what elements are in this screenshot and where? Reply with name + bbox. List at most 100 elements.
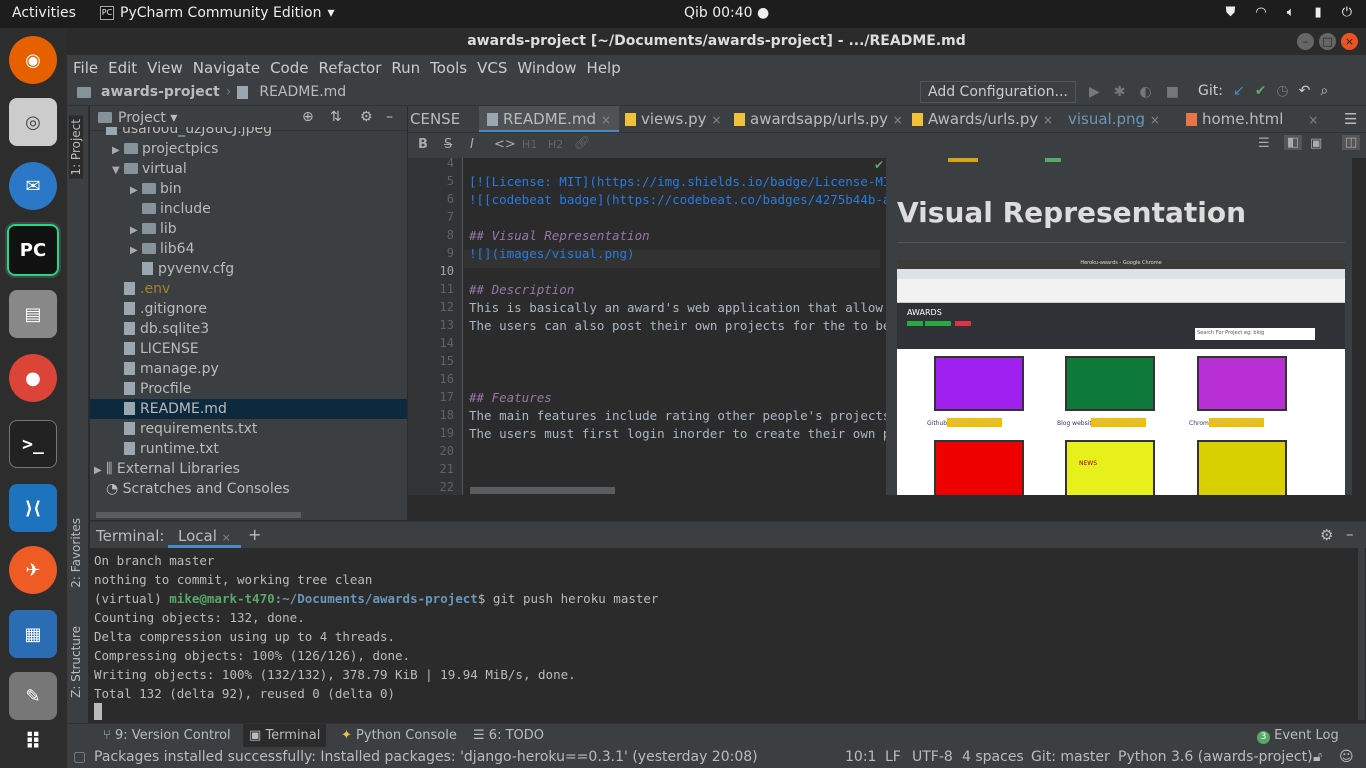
- tree-item[interactable]: ▶ ⫼ External Libraries: [90, 459, 407, 479]
- tab-awardsapp-urls[interactable]: awardsapp/urls.py ×: [734, 106, 903, 132]
- postman-icon[interactable]: ✈: [9, 546, 57, 594]
- tab-license[interactable]: CENSE: [410, 106, 460, 132]
- menu-code[interactable]: Code: [270, 59, 308, 77]
- show-apps-icon[interactable]: ⠿: [9, 718, 57, 766]
- code-editor[interactable]: ✔ [![License: MIT](https://img.shields.i…: [464, 158, 886, 495]
- close-icon[interactable]: ×: [711, 113, 721, 127]
- lock-icon[interactable]: 🔓︎: [1313, 749, 1322, 765]
- tab-structure[interactable]: Z: Structure: [69, 626, 83, 698]
- tool-event-log[interactable]: 3 Event Log: [1257, 728, 1339, 744]
- tree-item[interactable]: README.md: [90, 399, 407, 419]
- collapsed-arrow-icon[interactable]: ▶: [130, 221, 142, 241]
- tree-item[interactable]: pyvenv.cfg: [90, 259, 407, 279]
- link-icon[interactable]: 🔗︎: [574, 136, 591, 151]
- search-icon[interactable]: ⌕: [1320, 83, 1328, 99]
- menu-window[interactable]: Window: [517, 59, 576, 77]
- pycharm-dock-icon[interactable]: PC: [5, 222, 61, 278]
- tree-item[interactable]: .env: [90, 279, 407, 299]
- tree-item[interactable]: manage.py: [90, 359, 407, 379]
- status-message[interactable]: Packages installed successfully: Install…: [94, 749, 758, 765]
- menu-view[interactable]: View: [147, 59, 183, 77]
- breadcrumb-project[interactable]: awards-project: [101, 84, 220, 100]
- terminal-output[interactable]: On branch master nothing to commit, work…: [90, 548, 1366, 723]
- editor-h-scrollbar[interactable]: [470, 487, 615, 494]
- tool-todo[interactable]: ☰ 6: TODO: [473, 728, 544, 743]
- file-encoding[interactable]: UTF-8: [912, 749, 953, 765]
- menu-navigate[interactable]: Navigate: [193, 59, 260, 77]
- tool-version-control[interactable]: ⑂ 9: Version Control: [103, 728, 231, 743]
- project-view-selector[interactable]: Project ▾: [118, 110, 177, 126]
- tab-home-html[interactable]: home.html ×: [1186, 106, 1318, 132]
- menu-edit[interactable]: Edit: [108, 59, 137, 77]
- tool-python-console[interactable]: ✦ Python Console: [341, 728, 457, 743]
- tree-item[interactable]: include: [90, 199, 407, 219]
- run-icon[interactable]: ▶: [1089, 84, 1100, 100]
- indent-setting[interactable]: 4 spaces: [962, 749, 1024, 765]
- coverage-icon[interactable]: ◐: [1140, 84, 1152, 100]
- tab-readme[interactable]: README.md ×: [479, 106, 619, 132]
- minimize-button[interactable]: –: [1297, 33, 1314, 50]
- rhythmbox-icon[interactable]: ◎: [9, 98, 57, 146]
- menu-vcs[interactable]: VCS: [477, 59, 507, 77]
- h2-button[interactable]: H2: [548, 138, 563, 151]
- update-project-icon[interactable]: ↙: [1233, 83, 1245, 99]
- expanded-arrow-icon[interactable]: ▼: [112, 161, 124, 181]
- tree-item[interactable]: runtime.txt: [90, 439, 407, 459]
- code-button[interactable]: <>: [494, 137, 516, 152]
- tab-project[interactable]: 1: Project: [69, 116, 83, 179]
- add-configuration-button[interactable]: Add Configuration...: [920, 81, 1076, 103]
- chrome-icon[interactable]: ●: [9, 354, 57, 402]
- bold-button[interactable]: B: [418, 137, 428, 152]
- menu-tools[interactable]: Tools: [430, 59, 467, 77]
- tree-item[interactable]: ▶ bin: [90, 179, 407, 199]
- close-icon[interactable]: ×: [893, 113, 903, 127]
- layout-icon[interactable]: ◫: [1342, 135, 1361, 150]
- system-tray[interactable]: ⛊ ◠ 🔈︎ ▮ ⏻: [1226, 5, 1352, 20]
- strikethrough-button[interactable]: S: [444, 137, 452, 152]
- preview-only-icon[interactable]: ▣: [1310, 136, 1322, 151]
- terminal-scrollbar[interactable]: [1358, 548, 1365, 720]
- new-terminal-icon[interactable]: +: [248, 525, 261, 544]
- tab-favorites[interactable]: 2: Favorites: [69, 518, 83, 588]
- history-icon[interactable]: ◷: [1276, 83, 1288, 99]
- tree-item[interactable]: ▶ lib64: [90, 239, 407, 259]
- caret-position[interactable]: 10:1: [845, 749, 876, 765]
- gear-icon[interactable]: ⚙: [360, 109, 373, 125]
- tool-terminal[interactable]: ▣ Terminal: [243, 724, 327, 747]
- commit-icon[interactable]: ✔: [1255, 83, 1267, 99]
- app-menu[interactable]: PC PyCharm Community Edition ▾: [100, 5, 335, 21]
- collapsed-arrow-icon[interactable]: ▶: [130, 241, 142, 261]
- maximize-button[interactable]: □: [1319, 33, 1336, 50]
- h1-button[interactable]: H1: [522, 138, 537, 151]
- menu-refactor[interactable]: Refactor: [318, 59, 381, 77]
- editor-only-icon[interactable]: ☰: [1258, 136, 1270, 151]
- menu-file[interactable]: File: [73, 59, 98, 77]
- tab-awards-urls[interactable]: Awards/urls.py ×: [912, 106, 1053, 132]
- close-icon[interactable]: ×: [222, 531, 231, 544]
- clock[interactable]: Qib 00:40 ●: [684, 5, 769, 21]
- status-icon[interactable]: ▢: [73, 749, 86, 765]
- collapse-icon[interactable]: ⇅: [330, 109, 342, 125]
- preview-scrollbar[interactable]: [1345, 158, 1352, 495]
- tree-item[interactable]: .gitignore: [90, 299, 407, 319]
- tree-item[interactable]: ◔ Scratches and Consoles: [90, 479, 407, 499]
- python-interpreter[interactable]: Python 3.6 (awards-project): [1118, 749, 1313, 765]
- split-view-icon[interactable]: ◧: [1284, 135, 1303, 150]
- thunderbird-icon[interactable]: ✉: [9, 162, 57, 210]
- close-icon[interactable]: ×: [1308, 113, 1318, 127]
- debug-icon[interactable]: ✱: [1114, 84, 1126, 100]
- tree-item[interactable]: ▶ lib: [90, 219, 407, 239]
- tree-item[interactable]: LICENSE: [90, 339, 407, 359]
- writer-icon[interactable]: ▦: [9, 610, 57, 658]
- tree-item[interactable]: requirements.txt: [90, 419, 407, 439]
- tab-list-icon[interactable]: ☰: [1344, 106, 1357, 132]
- terminal-icon[interactable]: >_: [9, 420, 57, 468]
- menu-help[interactable]: Help: [587, 59, 621, 77]
- gear-icon[interactable]: ⚙: [1320, 526, 1333, 544]
- rollback-icon[interactable]: ↶: [1299, 83, 1311, 99]
- tree-item[interactable]: usaroou_uzJ8uCJ.jpeg: [90, 127, 407, 139]
- horizontal-scrollbar[interactable]: [96, 512, 301, 518]
- tree-item[interactable]: ▶ projectpics: [90, 139, 407, 159]
- locate-icon[interactable]: ⊕: [302, 109, 314, 125]
- close-icon[interactable]: ×: [1043, 113, 1053, 127]
